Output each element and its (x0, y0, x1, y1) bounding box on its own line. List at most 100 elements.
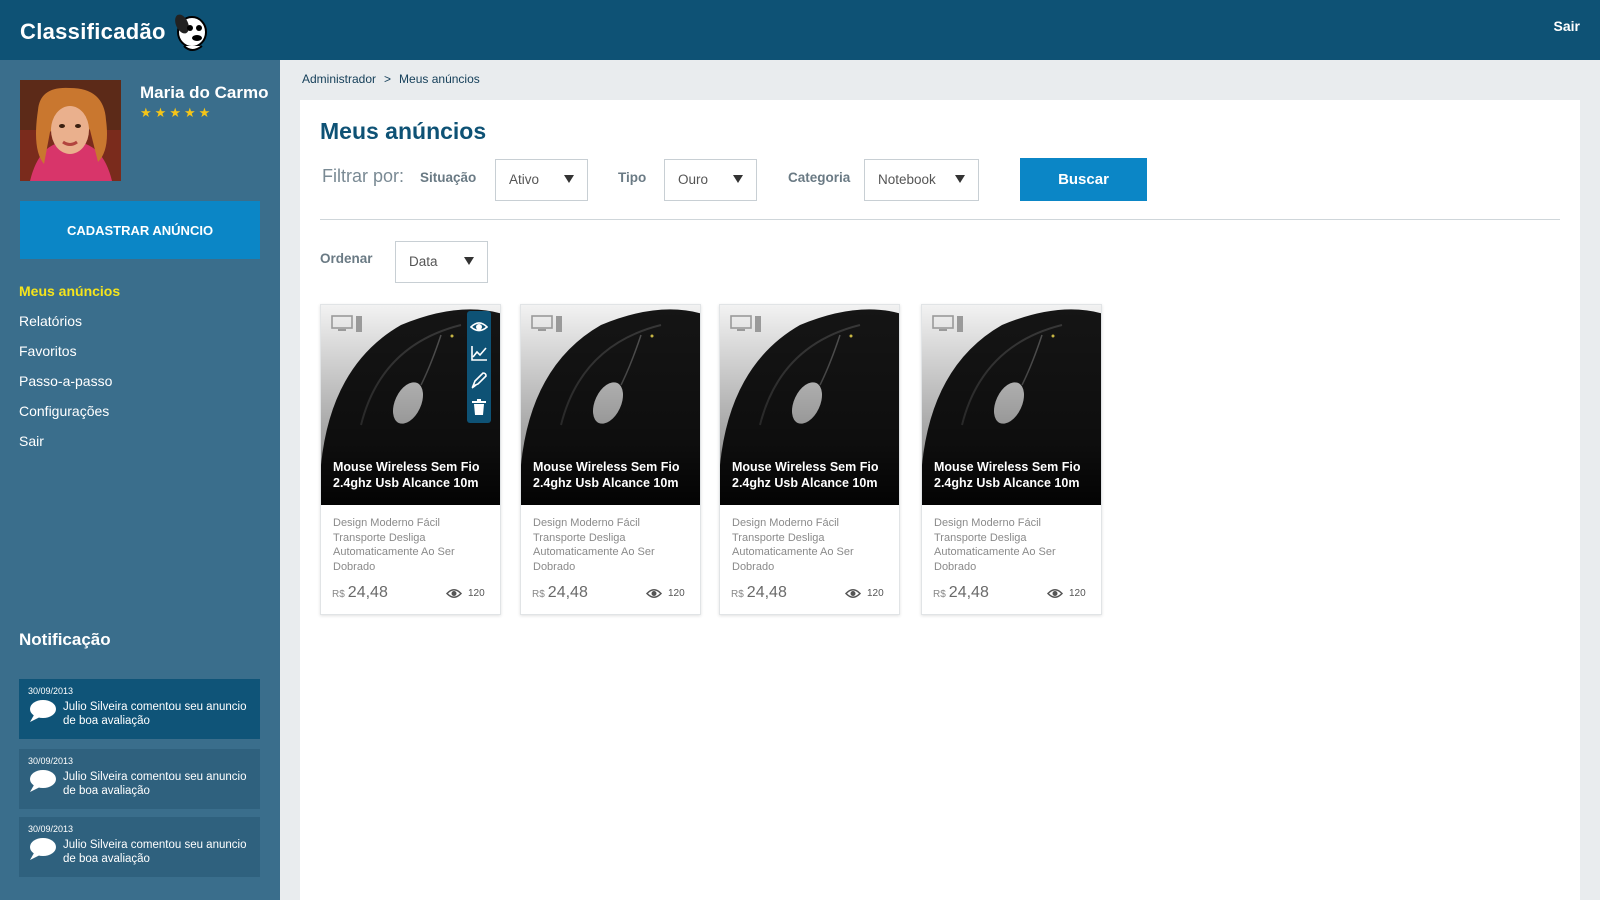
currency-label: R$ (933, 589, 946, 600)
listing-title: Mouse Wireless Sem Fio 2.4ghz Usb Alcanc… (934, 460, 1081, 490)
sidebar-item-favorites[interactable]: Favoritos (19, 336, 120, 366)
currency-label: R$ (532, 589, 545, 600)
main-panel: Meus anúncios Filtrar por: Situação Ativ… (300, 100, 1580, 900)
page-title: Meus anúncios (320, 118, 487, 144)
sidebar-item-reports[interactable]: Relatórios (19, 306, 120, 336)
status-filter-label: Situação (420, 170, 477, 185)
status-select[interactable]: Ativo (495, 159, 588, 201)
listing-price: R$ 24,48 (532, 584, 588, 602)
logo[interactable]: Classificadão (20, 10, 210, 54)
speech-bubble-icon (30, 700, 56, 722)
notification-item[interactable]: 30/09/2013 Julio Silveira comentou seu a… (19, 817, 260, 877)
dog-mascot-icon (174, 14, 207, 51)
notification-date: 30/09/2013 (28, 686, 74, 696)
sidebar-item-settings[interactable]: Configurações (19, 396, 120, 426)
computer-icon (730, 315, 761, 332)
user-rating: ★ ★ ★ ★ ★ (140, 106, 210, 119)
price-value: 24,48 (746, 584, 787, 601)
listing-views: 120 (446, 588, 485, 599)
listing-price: R$ 24,48 (933, 584, 989, 602)
category-filter-label: Categoria (788, 170, 851, 185)
sort-select[interactable]: Data (395, 241, 488, 283)
sort-select-value: Data (409, 254, 438, 269)
listing-card[interactable]: Mouse Wireless Sem Fio 2.4ghz Usb Alcanc… (921, 304, 1102, 615)
star-icon: ★ (140, 105, 152, 120)
views-count: 120 (668, 588, 685, 599)
edit-icon[interactable] (470, 371, 488, 389)
logo-text: Classificadão (20, 19, 166, 44)
listing-title: Mouse Wireless Sem Fio 2.4ghz Usb Alcanc… (533, 460, 680, 490)
status-select-value: Ativo (509, 172, 540, 187)
type-filter-label: Tipo (618, 170, 647, 185)
chevron-down-icon (733, 175, 743, 183)
filter-label: Filtrar por: (322, 166, 405, 186)
speech-bubble-icon (30, 838, 56, 860)
currency-label: R$ (332, 589, 345, 600)
divider (320, 219, 1560, 220)
logout-link[interactable]: Sair (1554, 18, 1580, 34)
price-value: 24,48 (948, 584, 989, 601)
eye-icon (446, 589, 462, 598)
notification-text: Julio Silveira comentou seu anuncio de b… (63, 701, 247, 727)
listing-card[interactable]: Mouse Wireless Sem Fio 2.4ghz Usb Alcanc… (520, 304, 701, 615)
views-count: 120 (468, 588, 485, 599)
user-name: Maria do Carmo (140, 83, 269, 102)
type-select[interactable]: Ouro (664, 159, 757, 201)
listing-title: Mouse Wireless Sem Fio 2.4ghz Usb Alcanc… (732, 460, 879, 490)
listing-views: 120 (646, 588, 685, 599)
sidebar-item-logout[interactable]: Sair (19, 426, 120, 456)
avatar[interactable] (20, 80, 121, 181)
product-image: Mouse Wireless Sem Fio 2.4ghz Usb Alcanc… (521, 305, 700, 505)
breadcrumb: Administrador > Meus anúncios (302, 72, 480, 86)
listing-price: R$ 24,48 (731, 584, 787, 602)
category-select[interactable]: Notebook (864, 159, 979, 201)
sidebar-item-my-ads[interactable]: Meus anúncios (19, 276, 120, 306)
notification-item[interactable]: 30/09/2013 Julio Silveira comentou seu a… (19, 749, 260, 809)
listing-price: R$ 24,48 (332, 584, 388, 602)
listing-description: Design Moderno Fácil Transporte Desliga … (533, 517, 655, 573)
eye-icon (646, 589, 662, 598)
listing-views: 120 (845, 588, 884, 599)
view-icon[interactable] (470, 317, 488, 335)
views-count: 120 (867, 588, 884, 599)
notification-date: 30/09/2013 (28, 824, 74, 834)
notifications-title: Notificação (19, 630, 111, 649)
chevron-down-icon (955, 175, 965, 183)
listing-description: Design Moderno Fácil Transporte Desliga … (732, 517, 854, 573)
price-value: 24,48 (547, 584, 588, 601)
star-icon: ★ (169, 105, 181, 120)
notification-date: 30/09/2013 (28, 756, 74, 766)
create-ad-button[interactable]: CADASTRAR ANÚNCIO (20, 201, 260, 259)
star-icon: ★ (198, 105, 211, 120)
computer-icon (331, 315, 362, 332)
listing-views: 120 (1047, 588, 1086, 599)
sidebar-item-step-by-step[interactable]: Passo-a-passo (19, 366, 120, 396)
listing-description: Design Moderno Fácil Transporte Desliga … (934, 517, 1056, 573)
search-button[interactable]: Buscar (1020, 158, 1147, 201)
type-select-value: Ouro (678, 172, 709, 187)
currency-label: R$ (731, 589, 744, 600)
breadcrumb-item-admin[interactable]: Administrador (302, 72, 376, 86)
listing-card[interactable]: Mouse Wireless Sem Fio 2.4ghz Usb Alcanc… (320, 304, 501, 615)
card-actions-toolbar (467, 311, 491, 423)
top-bar: Classificadão Sair (0, 0, 1600, 60)
eye-icon (845, 589, 861, 598)
listing-title: Mouse Wireless Sem Fio 2.4ghz Usb Alcanc… (333, 460, 480, 490)
product-image: Mouse Wireless Sem Fio 2.4ghz Usb Alcanc… (922, 305, 1101, 505)
chart-icon[interactable] (470, 344, 488, 362)
listing-description: Design Moderno Fácil Transporte Desliga … (333, 517, 455, 573)
breadcrumb-separator: > (384, 72, 392, 86)
notification-text: Julio Silveira comentou seu anuncio de b… (63, 839, 247, 865)
star-icon: ★ (183, 105, 196, 120)
sidebar-menu: Meus anúncios Relatórios Favoritos Passo… (19, 276, 120, 456)
notification-item[interactable]: 30/09/2013 Julio Silveira comentou seu a… (19, 679, 260, 739)
product-image: Mouse Wireless Sem Fio 2.4ghz Usb Alcanc… (720, 305, 899, 505)
views-count: 120 (1069, 588, 1086, 599)
category-select-value: Notebook (878, 172, 936, 187)
speech-bubble-icon (30, 770, 56, 792)
breadcrumb-item-my-ads[interactable]: Meus anúncios (399, 72, 480, 86)
sort-label: Ordenar (320, 251, 373, 266)
trash-icon[interactable] (470, 398, 488, 416)
listing-card[interactable]: Mouse Wireless Sem Fio 2.4ghz Usb Alcanc… (719, 304, 900, 615)
notification-text: Julio Silveira comentou seu anuncio de b… (63, 771, 247, 797)
